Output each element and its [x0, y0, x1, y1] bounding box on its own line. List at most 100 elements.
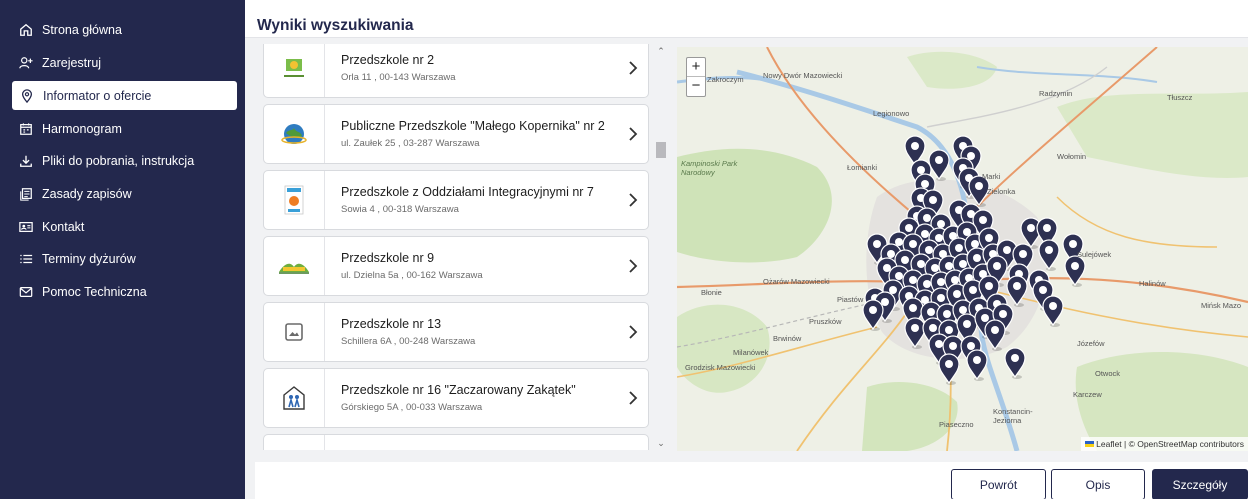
chevron-right-icon[interactable] [618, 259, 648, 273]
location-icon [19, 88, 34, 103]
result-address: Górskiego 5A , 00-033 Warszawa [341, 402, 483, 413]
sidebar-item-label: Informator o ofercie [43, 88, 152, 103]
map-label: Grodzisk Mazowiecki [685, 363, 756, 372]
sidebar-item-offer-info[interactable]: Informator o ofercie [12, 81, 237, 111]
map-marker-icon[interactable] [966, 349, 988, 381]
list-item[interactable]: Przedszkole z Oddziałami Integracyjnymi … [263, 170, 649, 230]
map-label: Karczew [1073, 390, 1102, 399]
map-label: Piastów [837, 295, 864, 304]
sidebar-item-schedule[interactable]: Harmonogram [0, 112, 245, 145]
list-item[interactable]: Przedszkole nr 16 "Zaczarowany Zakątek" … [263, 368, 649, 428]
sidebar-item-label: Pomoc Techniczna [42, 285, 147, 300]
list-item[interactable]: Przedszkole nr 13 Schillera 6A , 00-248 … [263, 302, 649, 362]
map-label: Milanówek [733, 348, 769, 357]
result-name: Przedszkole nr 9 [341, 251, 435, 265]
list-item[interactable] [263, 434, 649, 450]
result-address: ul. Dzielna 5a , 00-162 Warszawa [341, 270, 483, 281]
map-marker-icon[interactable] [938, 353, 960, 385]
description-button[interactable]: Opis [1051, 469, 1145, 499]
sidebar-item-label: Terminy dyżurów [42, 252, 136, 267]
result-address: Sowia 4 , 00-318 Warszawa [341, 204, 459, 215]
zoom-in-button[interactable]: + [687, 58, 705, 77]
scroll-down-icon[interactable]: ⌄ [656, 438, 666, 448]
map-label: Radzymin [1039, 89, 1073, 98]
mail-icon [18, 285, 33, 300]
sidebar-item-label: Kontakt [42, 219, 85, 234]
page-header: Wyniki wyszukiwania [245, 0, 1248, 38]
results-list[interactable]: Przedszkole nr 2 Orla 11 , 00-143 Warsza… [255, 44, 670, 450]
chevron-right-icon[interactable] [618, 193, 648, 207]
map-attribution[interactable]: Leaflet | © OpenStreetMap contributors [1081, 437, 1248, 451]
chevron-right-icon[interactable] [618, 325, 648, 339]
preschool-logo [264, 44, 325, 97]
calendar-icon [18, 121, 33, 136]
map-label: Zielonka [987, 187, 1016, 196]
back-button[interactable]: Powrót [951, 469, 1046, 499]
chevron-right-icon[interactable] [618, 61, 648, 75]
image-placeholder-icon [264, 303, 325, 361]
map[interactable]: Nowy Dwór Mazowiecki Zakroczym Legionowo… [677, 47, 1248, 451]
sidebar-item-downloads[interactable]: Pliki do pobrania, instrukcja [0, 145, 245, 178]
page-title: Wyniki wyszukiwania [257, 17, 414, 34]
result-name: Przedszkole nr 2 [341, 53, 435, 67]
map-marker-icon[interactable] [1006, 275, 1028, 307]
map-label: Zakroczym [707, 75, 744, 84]
sidebar-item-home[interactable]: Strona główna [0, 14, 245, 47]
document-icon [18, 187, 33, 202]
map-marker-icon[interactable] [984, 319, 1006, 351]
map-label: Mińsk Mazo [1201, 301, 1242, 310]
zoom-control: + − [686, 57, 706, 97]
markers-layer[interactable] [677, 47, 1248, 451]
list-icon [18, 252, 33, 267]
chevron-right-icon[interactable] [618, 391, 648, 405]
sidebar-item-label: Zarejestruj [42, 56, 102, 71]
map-marker-icon[interactable] [1004, 347, 1026, 379]
map-marker-icon[interactable] [862, 299, 884, 331]
map-label: Otwock [1095, 369, 1121, 378]
sidebar-item-label: Harmonogram [42, 121, 122, 136]
map-label: Nowy Dwór Mazowiecki [763, 71, 843, 80]
map-label: Łomianki [847, 163, 878, 172]
sidebar-item-label: Zasady zapisów [42, 187, 132, 202]
scrollbar-thumb[interactable] [656, 142, 666, 158]
preschool-logo [264, 105, 325, 163]
list-item[interactable]: Publiczne Przedszkole "Małego Kopernika"… [263, 104, 649, 164]
result-name: Publiczne Przedszkole "Małego Kopernika"… [341, 119, 605, 133]
result-address: ul. Zaułek 25 , 03-287 Warszawa [341, 138, 480, 149]
list-item[interactable]: Przedszkole nr 2 Orla 11 , 00-143 Warsza… [263, 44, 649, 98]
preschool-logo [264, 435, 325, 450]
result-name: Przedszkole z Oddziałami Integracyjnymi … [341, 185, 594, 199]
map-marker-icon[interactable] [1064, 255, 1086, 287]
sidebar-item-support[interactable]: Pomoc Techniczna [0, 276, 245, 309]
zoom-out-button[interactable]: − [687, 77, 705, 96]
preschool-logo [264, 171, 325, 229]
chevron-right-icon[interactable] [618, 127, 648, 141]
map-marker-icon[interactable] [904, 317, 926, 349]
map-label: Wołomin [1057, 152, 1087, 161]
preschool-logo [264, 237, 325, 295]
map-label: Konstancin-Jeziorna [993, 407, 1033, 425]
sidebar-item-rules[interactable]: Zasady zapisów [0, 178, 245, 211]
map-label: Błonie [701, 288, 722, 297]
sidebar-item-contact[interactable]: Kontakt [0, 210, 245, 243]
map-marker-icon[interactable] [1038, 239, 1060, 271]
results-scrollbar[interactable]: ⌃ ⌄ [654, 44, 668, 450]
map-label: Marki [982, 172, 1001, 181]
contact-card-icon [18, 219, 33, 234]
scroll-up-icon[interactable]: ⌃ [656, 46, 666, 56]
sidebar-item-register[interactable]: Zarejestruj [0, 47, 245, 80]
list-item[interactable]: Przedszkole nr 9 ul. Dzielna 5a , 00-162… [263, 236, 649, 296]
map-label: Brwinów [773, 334, 802, 343]
sidebar-item-duty-dates[interactable]: Terminy dyżurów [0, 243, 245, 276]
map-label: Ożarów Mazowiecki [763, 277, 830, 286]
sidebar-item-label: Strona główna [42, 23, 122, 38]
map-marker-icon[interactable] [1042, 295, 1064, 327]
map-label: Legionowo [873, 109, 910, 118]
sidebar: Strona główna Zarejestruj Informator o o… [0, 0, 245, 499]
map-label: Halinów [1139, 279, 1166, 288]
details-button[interactable]: Szczegóły [1152, 469, 1248, 499]
footer-bar: Powrót Opis Szczegóły [255, 462, 1248, 499]
map-label: Sulejówek [1077, 250, 1112, 259]
result-address: Orla 11 , 00-143 Warszawa [341, 72, 456, 83]
map-label: Tłuszcz [1167, 93, 1193, 102]
